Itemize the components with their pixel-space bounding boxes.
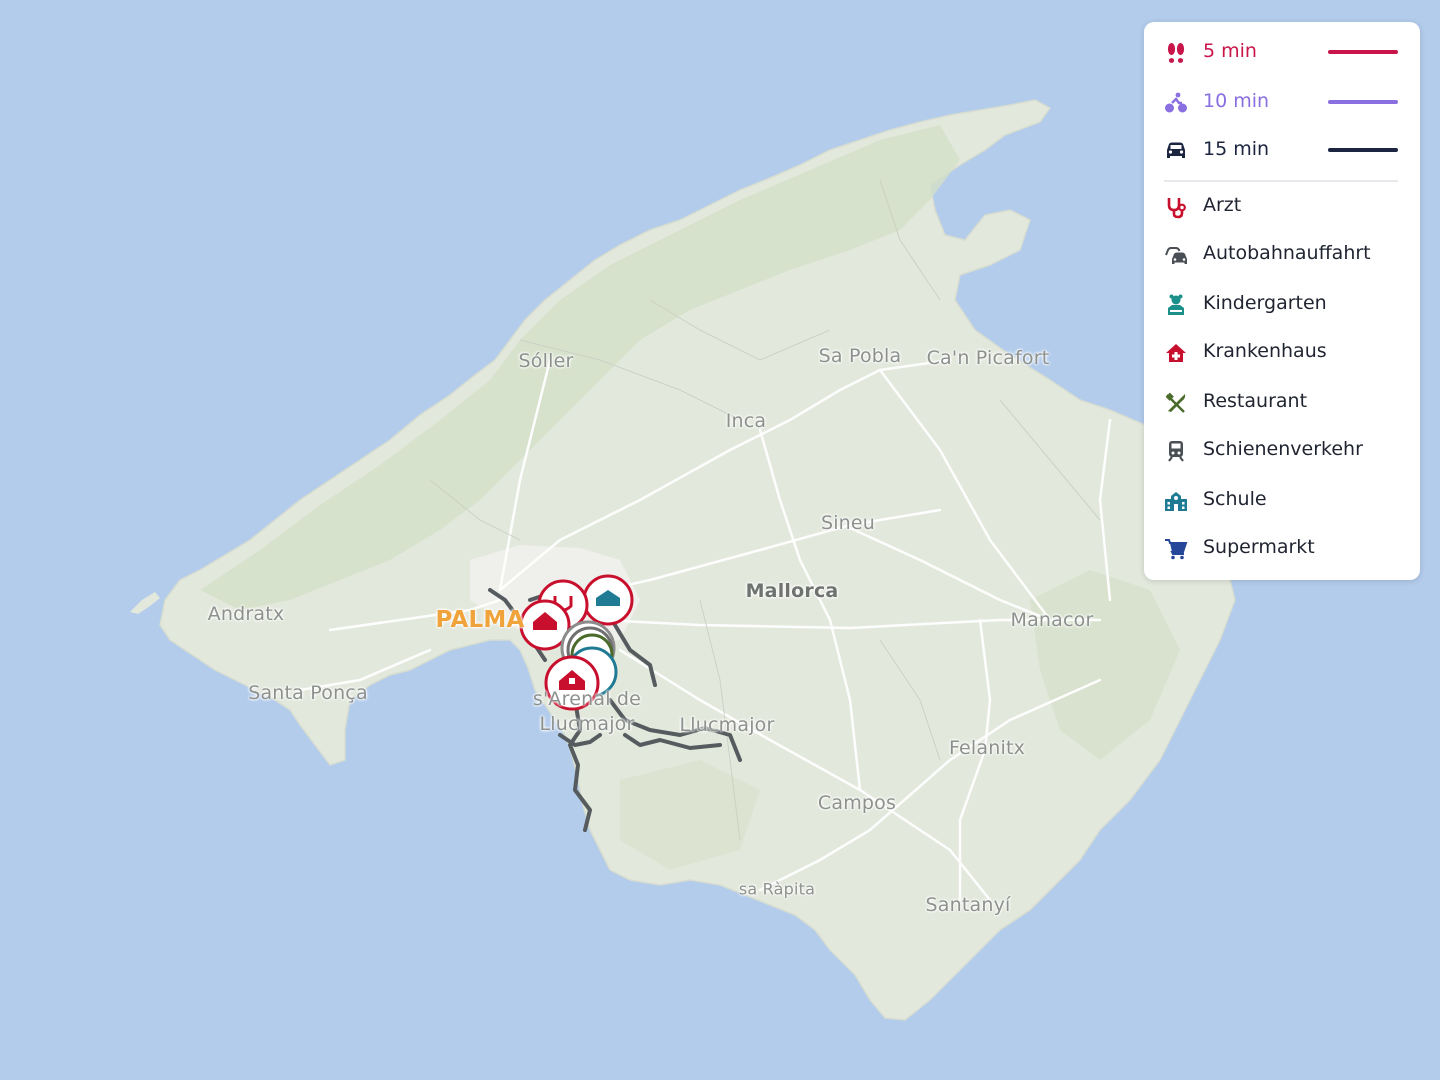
bicycle-icon (1164, 91, 1188, 115)
place-label-felanitx: Felanitx (948, 737, 1026, 759)
place-label-inca: Inca (725, 410, 767, 432)
legend-travel-walking-label: 5 min (1203, 40, 1257, 62)
poi-marker-school[interactable] (582, 574, 634, 626)
legend-category-restaurant[interactable]: Restaurant (1144, 382, 1420, 422)
place-label-santa-ponca: Santa Ponça (248, 682, 368, 704)
place-label-campos: Campos (817, 792, 897, 814)
legend-category-kindergarten[interactable]: Kindergarten (1144, 284, 1420, 324)
place-label-mallorca: Mallorca (745, 580, 839, 602)
place-label-manacor: Manacor (1010, 609, 1094, 631)
map-legend: 5 min 10 min 15 min Arzt Autobahnauffahr… (1144, 22, 1420, 580)
place-label-soller: Sóller (518, 350, 574, 372)
legend-category-supermarkt-label: Supermarkt (1203, 536, 1315, 558)
place-label-santanyi: Santanyí (925, 894, 1011, 916)
legend-travel-bicycle[interactable]: 10 min (1144, 82, 1420, 122)
place-label-sa-rapita: sa Ràpita (738, 879, 816, 899)
stethoscope-icon (1164, 195, 1188, 219)
legend-category-krankenhaus-label: Krankenhaus (1203, 340, 1327, 362)
train-icon (1164, 439, 1188, 463)
legend-category-schienenverkehr-label: Schienenverkehr (1203, 438, 1363, 460)
place-label-sa-pobla: Sa Pobla (818, 345, 902, 367)
place-label-llucmajor: Llucmajor (679, 714, 775, 736)
legend-travel-car-label: 15 min (1203, 138, 1270, 160)
legend-travel-car-line (1328, 148, 1398, 152)
legend-category-restaurant-label: Restaurant (1203, 390, 1308, 412)
legend-category-schule-label: Schule (1203, 488, 1267, 510)
place-label-palma: PALMA (435, 607, 525, 633)
legend-category-supermarkt[interactable]: Supermarkt (1144, 528, 1420, 568)
place-label-sarenal-de: s'Arenal de (532, 688, 642, 710)
place-label-sarenal-llucmajor: Llucmajor (539, 713, 635, 735)
legend-category-autobahnauffahrt-label: Autobahnauffahrt (1203, 242, 1371, 264)
legend-category-schienenverkehr[interactable]: Schienenverkehr (1144, 430, 1420, 470)
cart-icon (1164, 537, 1188, 561)
legend-divider (1164, 180, 1398, 182)
place-label-andratx: Andratx (207, 603, 285, 625)
kindergarten-icon (1164, 293, 1188, 317)
restaurant-icon (1164, 391, 1188, 415)
legend-category-schule[interactable]: Schule (1144, 480, 1420, 520)
legend-category-autobahnauffahrt[interactable]: Autobahnauffahrt (1144, 234, 1420, 274)
legend-travel-bicycle-label: 10 min (1203, 90, 1270, 112)
legend-travel-bicycle-line (1328, 100, 1398, 104)
hospital-icon (1164, 341, 1188, 365)
place-label-can-picafort: Ca'n Picafort (926, 347, 1050, 369)
legend-travel-walking-line (1328, 50, 1398, 54)
legend-travel-walking[interactable]: 5 min (1144, 32, 1420, 72)
legend-travel-car[interactable]: 15 min (1144, 130, 1420, 170)
legend-category-arzt[interactable]: Arzt (1144, 186, 1420, 226)
school-icon (1164, 489, 1188, 513)
highway-icon (1164, 243, 1188, 267)
legend-category-kindergarten-label: Kindergarten (1203, 292, 1327, 314)
legend-category-krankenhaus[interactable]: Krankenhaus (1144, 332, 1420, 372)
legend-category-arzt-label: Arzt (1203, 194, 1242, 216)
place-label-sineu: Sineu (820, 512, 876, 534)
walking-icon (1164, 41, 1188, 65)
car-icon (1164, 139, 1188, 163)
